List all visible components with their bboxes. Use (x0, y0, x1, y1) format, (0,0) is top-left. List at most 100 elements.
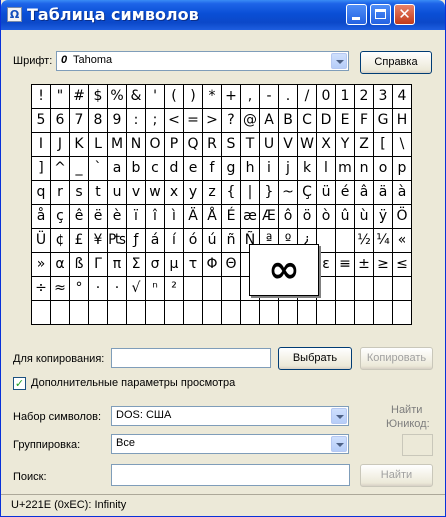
character-cell[interactable]: c (146, 157, 165, 181)
advanced-view-checkbox[interactable]: ✓ (13, 377, 26, 390)
character-cell[interactable] (184, 277, 203, 301)
advanced-view-label[interactable]: Дополнительные параметры просмотра (31, 377, 235, 389)
character-cell[interactable] (317, 229, 336, 253)
character-cell[interactable]: A (260, 109, 279, 133)
character-cell[interactable]: √ (127, 277, 146, 301)
character-cell[interactable]: 5 (32, 109, 51, 133)
character-cell[interactable]: 1 (336, 85, 355, 109)
character-cell[interactable]: ≡ (336, 253, 355, 277)
charset-dropdown[interactable]: DOS: США (111, 406, 349, 426)
character-cell[interactable] (279, 301, 298, 325)
search-button[interactable]: Найти (360, 464, 433, 487)
character-cell[interactable] (298, 301, 317, 325)
character-cell[interactable]: V (279, 133, 298, 157)
character-cell[interactable]: \ (393, 133, 412, 157)
character-cell[interactable]: [ (374, 133, 393, 157)
character-cell[interactable]: 0 (317, 85, 336, 109)
character-cell[interactable]: z (203, 181, 222, 205)
character-cell[interactable]: p (393, 157, 412, 181)
character-cell[interactable] (51, 301, 70, 325)
character-cell[interactable]: ê (70, 205, 89, 229)
character-cell[interactable]: · (89, 277, 108, 301)
character-cell[interactable]: O (146, 133, 165, 157)
character-cell[interactable]: , (241, 85, 260, 109)
character-cell[interactable]: ¢ (51, 229, 70, 253)
character-cell[interactable]: ä (374, 181, 393, 205)
character-cell[interactable]: ô (279, 205, 298, 229)
character-cell[interactable]: 2 (355, 85, 374, 109)
character-cell[interactable] (146, 301, 165, 325)
character-cell[interactable]: ² (165, 277, 184, 301)
character-cell[interactable]: : (127, 109, 146, 133)
character-cell[interactable]: Y (336, 133, 355, 157)
character-cell[interactable]: £ (70, 229, 89, 253)
character-grid[interactable]: ! " # $% & '() * +, -./0 1 2 3 4 5 6 7 8 9:; < = >? @ A B C D E F G H… (31, 84, 412, 325)
character-cell[interactable]: á (146, 229, 165, 253)
character-cell[interactable]: ½ (355, 229, 374, 253)
character-cell[interactable]: i (260, 157, 279, 181)
copy-button[interactable]: Копировать (360, 347, 433, 370)
character-cell[interactable] (374, 277, 393, 301)
character-cell[interactable]: Å (203, 205, 222, 229)
character-cell[interactable]: ε (317, 253, 336, 277)
font-dropdown[interactable]: 0 Tahoma (56, 51, 349, 71)
character-cell[interactable]: í (165, 229, 184, 253)
character-cell[interactable] (336, 301, 355, 325)
character-cell[interactable]: L (89, 133, 108, 157)
character-cell[interactable]: ñ (222, 229, 241, 253)
character-cell[interactable]: è (108, 205, 127, 229)
character-cell[interactable]: < (165, 109, 184, 133)
character-cell[interactable]: u (108, 181, 127, 205)
character-cell[interactable]: ò (317, 205, 336, 229)
character-cell[interactable] (222, 277, 241, 301)
character-cell[interactable] (393, 301, 412, 325)
character-cell[interactable]: J (51, 133, 70, 157)
character-cell[interactable]: S (222, 133, 241, 157)
character-cell[interactable] (355, 277, 374, 301)
chevron-down-icon[interactable] (331, 53, 347, 69)
character-cell[interactable]: W (298, 133, 317, 157)
character-cell[interactable]: ß (70, 253, 89, 277)
character-cell[interactable]: ï (127, 205, 146, 229)
character-cell[interactable]: Q (184, 133, 203, 157)
character-cell[interactable]: ⁿ (146, 277, 165, 301)
character-cell[interactable] (108, 301, 127, 325)
character-cell[interactable]: Σ (127, 253, 146, 277)
grouping-dropdown[interactable]: Все (111, 434, 349, 454)
character-cell[interactable]: ) (184, 85, 203, 109)
character-cell[interactable]: - (260, 85, 279, 109)
character-cell[interactable]: ÷ (32, 277, 51, 301)
character-cell[interactable]: Φ (203, 253, 222, 277)
character-cell[interactable]: ç (51, 205, 70, 229)
character-cell[interactable]: q (32, 181, 51, 205)
character-cell[interactable]: ü (317, 181, 336, 205)
character-cell[interactable]: { (222, 181, 241, 205)
character-cell[interactable]: α (51, 253, 70, 277)
character-cell[interactable]: τ (184, 253, 203, 277)
character-cell[interactable]: h (241, 157, 260, 181)
character-cell[interactable]: Ä (184, 205, 203, 229)
character-cell[interactable]: * (203, 85, 222, 109)
character-cell[interactable]: 4 (393, 85, 412, 109)
character-cell[interactable]: e (184, 157, 203, 181)
character-cell[interactable] (374, 301, 393, 325)
title-bar[interactable]: Ω Таблица символов ✕ (1, 0, 445, 30)
character-cell[interactable]: É (222, 205, 241, 229)
character-cell[interactable]: $ (89, 85, 108, 109)
character-cell[interactable]: N (127, 133, 146, 157)
character-cell[interactable]: D (317, 109, 336, 133)
character-cell[interactable]: } (260, 181, 279, 205)
character-cell[interactable]: C (298, 109, 317, 133)
character-cell[interactable] (222, 301, 241, 325)
character-cell[interactable]: y (184, 181, 203, 205)
character-cell[interactable]: w (146, 181, 165, 205)
character-cell[interactable]: & (127, 85, 146, 109)
character-cell[interactable]: M (108, 133, 127, 157)
character-cell[interactable]: ö (298, 205, 317, 229)
character-cell[interactable]: ] (32, 157, 51, 181)
character-cell[interactable]: o (374, 157, 393, 181)
character-cell[interactable]: ƒ (127, 229, 146, 253)
character-cell[interactable]: µ (165, 253, 184, 277)
character-cell[interactable]: @ (241, 109, 260, 133)
character-cell[interactable]: é (336, 181, 355, 205)
